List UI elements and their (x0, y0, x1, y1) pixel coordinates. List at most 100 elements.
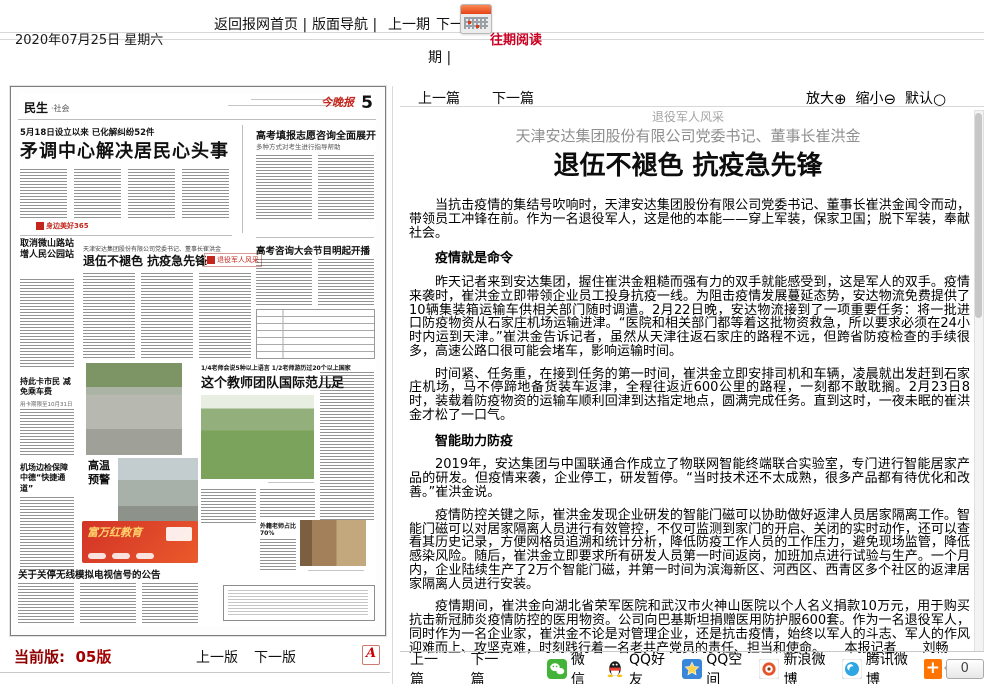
qzone-icon (682, 659, 706, 679)
nav-prev-issue-link[interactable]: 上一期 (388, 14, 430, 34)
text-block (18, 583, 74, 625)
article-body: 当抗击疫情的集结号吹响时，天津安达集团股份有限公司党委书记、董事长崔洪金闻令而动… (409, 190, 970, 664)
prev-article-button-bottom[interactable]: 上一篇 (410, 649, 446, 684)
share-qq-button[interactable]: QQ好友 (605, 649, 669, 684)
text-block (20, 409, 74, 455)
a4-headline: 高考咨询大会节目明起开播 (256, 243, 370, 257)
text-block (142, 583, 198, 625)
photo-caption (308, 570, 364, 573)
past-issues-link[interactable]: 往期阅读 (490, 29, 542, 48)
photo-caption (268, 482, 314, 485)
paper-name-script: 今晚报 (321, 94, 354, 110)
share-sina-weibo-label: 新浪微博 (783, 649, 828, 684)
share-qq-label: QQ好友 (629, 649, 669, 684)
toolbar-divider (400, 106, 984, 107)
text-block (318, 155, 374, 219)
nav-home-link[interactable]: 返回报网首页 | (214, 14, 307, 34)
pdf-download-icon[interactable] (362, 645, 380, 665)
a5-subtitle: 用卡期限至10月31日 (20, 400, 73, 408)
ad-pill (88, 553, 106, 559)
share-qzone-button[interactable]: QQ空间 (682, 649, 746, 684)
ad-pill (112, 553, 130, 559)
next-article-button-bottom[interactable]: 下一篇 (470, 649, 506, 684)
badge-square (36, 222, 44, 230)
notice-box (223, 585, 375, 621)
a3-headline: 取消微山路站 增人民公园站 (20, 239, 78, 262)
text-block (256, 259, 312, 305)
share-count-badge: 0 (946, 659, 984, 679)
text-block (201, 489, 256, 523)
a8-headline: 关于关停无线模拟电视信号的公告 (18, 567, 161, 581)
text-block (320, 372, 374, 520)
article-paragraph: 时间紧、任务重，在接到任务的第一时间，崔洪金立即安排司机和车辆，凌晨就出发赶到石… (409, 368, 970, 423)
share-sina-weibo-button[interactable]: 新浪微博 (759, 649, 828, 684)
newspaper-page: 民生 ·社会 今晚报 5 5月18日设立以来 已化解纠纷52件 矛调中心解决居民… (18, 93, 376, 627)
issue-date: 2020年07月25日 星期六 (15, 29, 163, 48)
calendar-icon[interactable] (460, 4, 492, 34)
feature-headline: 退伍不褪色 抗疫急先锋 (83, 252, 207, 269)
article-title: 退伍不褪色 抗疫急先锋 (408, 145, 968, 182)
ad-coupon (166, 527, 192, 541)
park-lawn-photo (201, 395, 314, 479)
tencent-weibo-icon (842, 659, 866, 679)
article-subtitle: 天津安达集团股份有限公司党委书记、董事长崔洪金 (408, 125, 968, 146)
zoom-out-button[interactable]: 缩小⊖ (855, 91, 896, 107)
section-heading: 智能助力防疫 (409, 435, 970, 449)
qq-icon (605, 659, 629, 679)
text-block (74, 169, 121, 219)
panel-divider (392, 86, 393, 684)
page-number: 5 (361, 93, 373, 113)
zoom-default-button[interactable]: 默认○ (905, 91, 946, 107)
nav-layout-link[interactable]: 版面导航 | (312, 14, 377, 34)
text-block (182, 169, 229, 219)
calendar-icon-dot (476, 25, 479, 28)
a6-headline: 机场边检保障 中德“快捷通道” (20, 463, 78, 494)
text-block (228, 590, 368, 616)
next-page-button[interactable]: 下一版 (254, 647, 296, 667)
page-thumbnail[interactable]: 民生 ·社会 今晚报 5 5月18日设立以来 已化解纠纷52件 矛调中心解决居民… (10, 86, 386, 636)
epaper-reader: 2020年07月25日 星期六 返回报网首页 | 版面导航 | 上一期 下一 期… (0, 0, 984, 684)
wechat-icon (547, 659, 571, 679)
scrollbar-thumb[interactable] (975, 113, 982, 318)
text-block (128, 169, 175, 219)
article-paragraph: 疫情防控关键之际，崔洪金发现企业研发的智能门磁可以协助做好返津人员居家隔离工作。… (409, 509, 970, 592)
section-subtitle: ·社会 (51, 103, 70, 114)
a2-headline: 高考填报志愿咨询全面展开 (256, 127, 376, 142)
a7-kicker: 1/4老师会说5种以上语言 1/2老师游历过20个以上国家 (201, 363, 351, 372)
text-block (20, 497, 74, 571)
schedule-table (256, 309, 375, 359)
section-heading: 疫情就是命令 (409, 252, 970, 266)
badge-365: 身边美好365 (36, 221, 89, 231)
ad-pill (136, 553, 154, 559)
share-tencent-weibo-label: 腾讯微博 (866, 649, 911, 684)
share-wechat-label: 微信 (571, 649, 592, 684)
prev-article-button[interactable]: 上一篇 (418, 88, 460, 108)
share-wechat-button[interactable]: 微信 (547, 649, 592, 684)
nav-next-issue-link-wrap[interactable]: 期 | (428, 47, 451, 67)
zoom-in-button[interactable]: 放大⊕ (806, 91, 847, 107)
share-bar: 上一篇 下一篇 微信 QQ好友 QQ空间 新浪微博 腾讯微博 + 0 (410, 656, 984, 682)
ad-banner: 富万红教育 (82, 521, 198, 563)
text-block (260, 489, 315, 517)
feature-badge: 退役军人风采 (204, 253, 262, 267)
article-paragraph: 昨天记者来到安达集团，握住崔洪金粗糙而强有力的双手就能感受到，这是军人的双手。疫… (409, 276, 970, 359)
rule (18, 119, 376, 120)
a5-headline: 持此卡市民 减免乘车费 (20, 377, 78, 398)
rule (242, 125, 243, 233)
share-more-button[interactable]: + (924, 659, 941, 679)
next-article-button[interactable]: 下一篇 (492, 88, 534, 108)
calendar-icon-top (461, 5, 491, 14)
article-paragraph: 2019年，安达集团与中国联通合作成立了物联网智能终端联合实验室，专门进行智能居… (409, 458, 970, 499)
text-block (80, 583, 136, 625)
rule (20, 235, 232, 236)
font-controls: 放大⊕ 缩小⊖ 默认○ (806, 88, 946, 108)
library-photo (300, 520, 366, 566)
article-paragraph: 疫情期间，崔洪金向湖北省荣军医院和武汉市火神山医院以个人名义捐款10万元，用于购… (409, 600, 970, 655)
share-tencent-weibo-button[interactable]: 腾讯微博 (842, 649, 911, 684)
text-block (141, 273, 193, 359)
badge-square (207, 256, 215, 264)
current-page-label: 当前版: 05版 (14, 646, 111, 667)
sina-weibo-icon (759, 659, 783, 679)
prev-page-button[interactable]: 上一版 (196, 647, 238, 667)
text-block (83, 273, 135, 359)
